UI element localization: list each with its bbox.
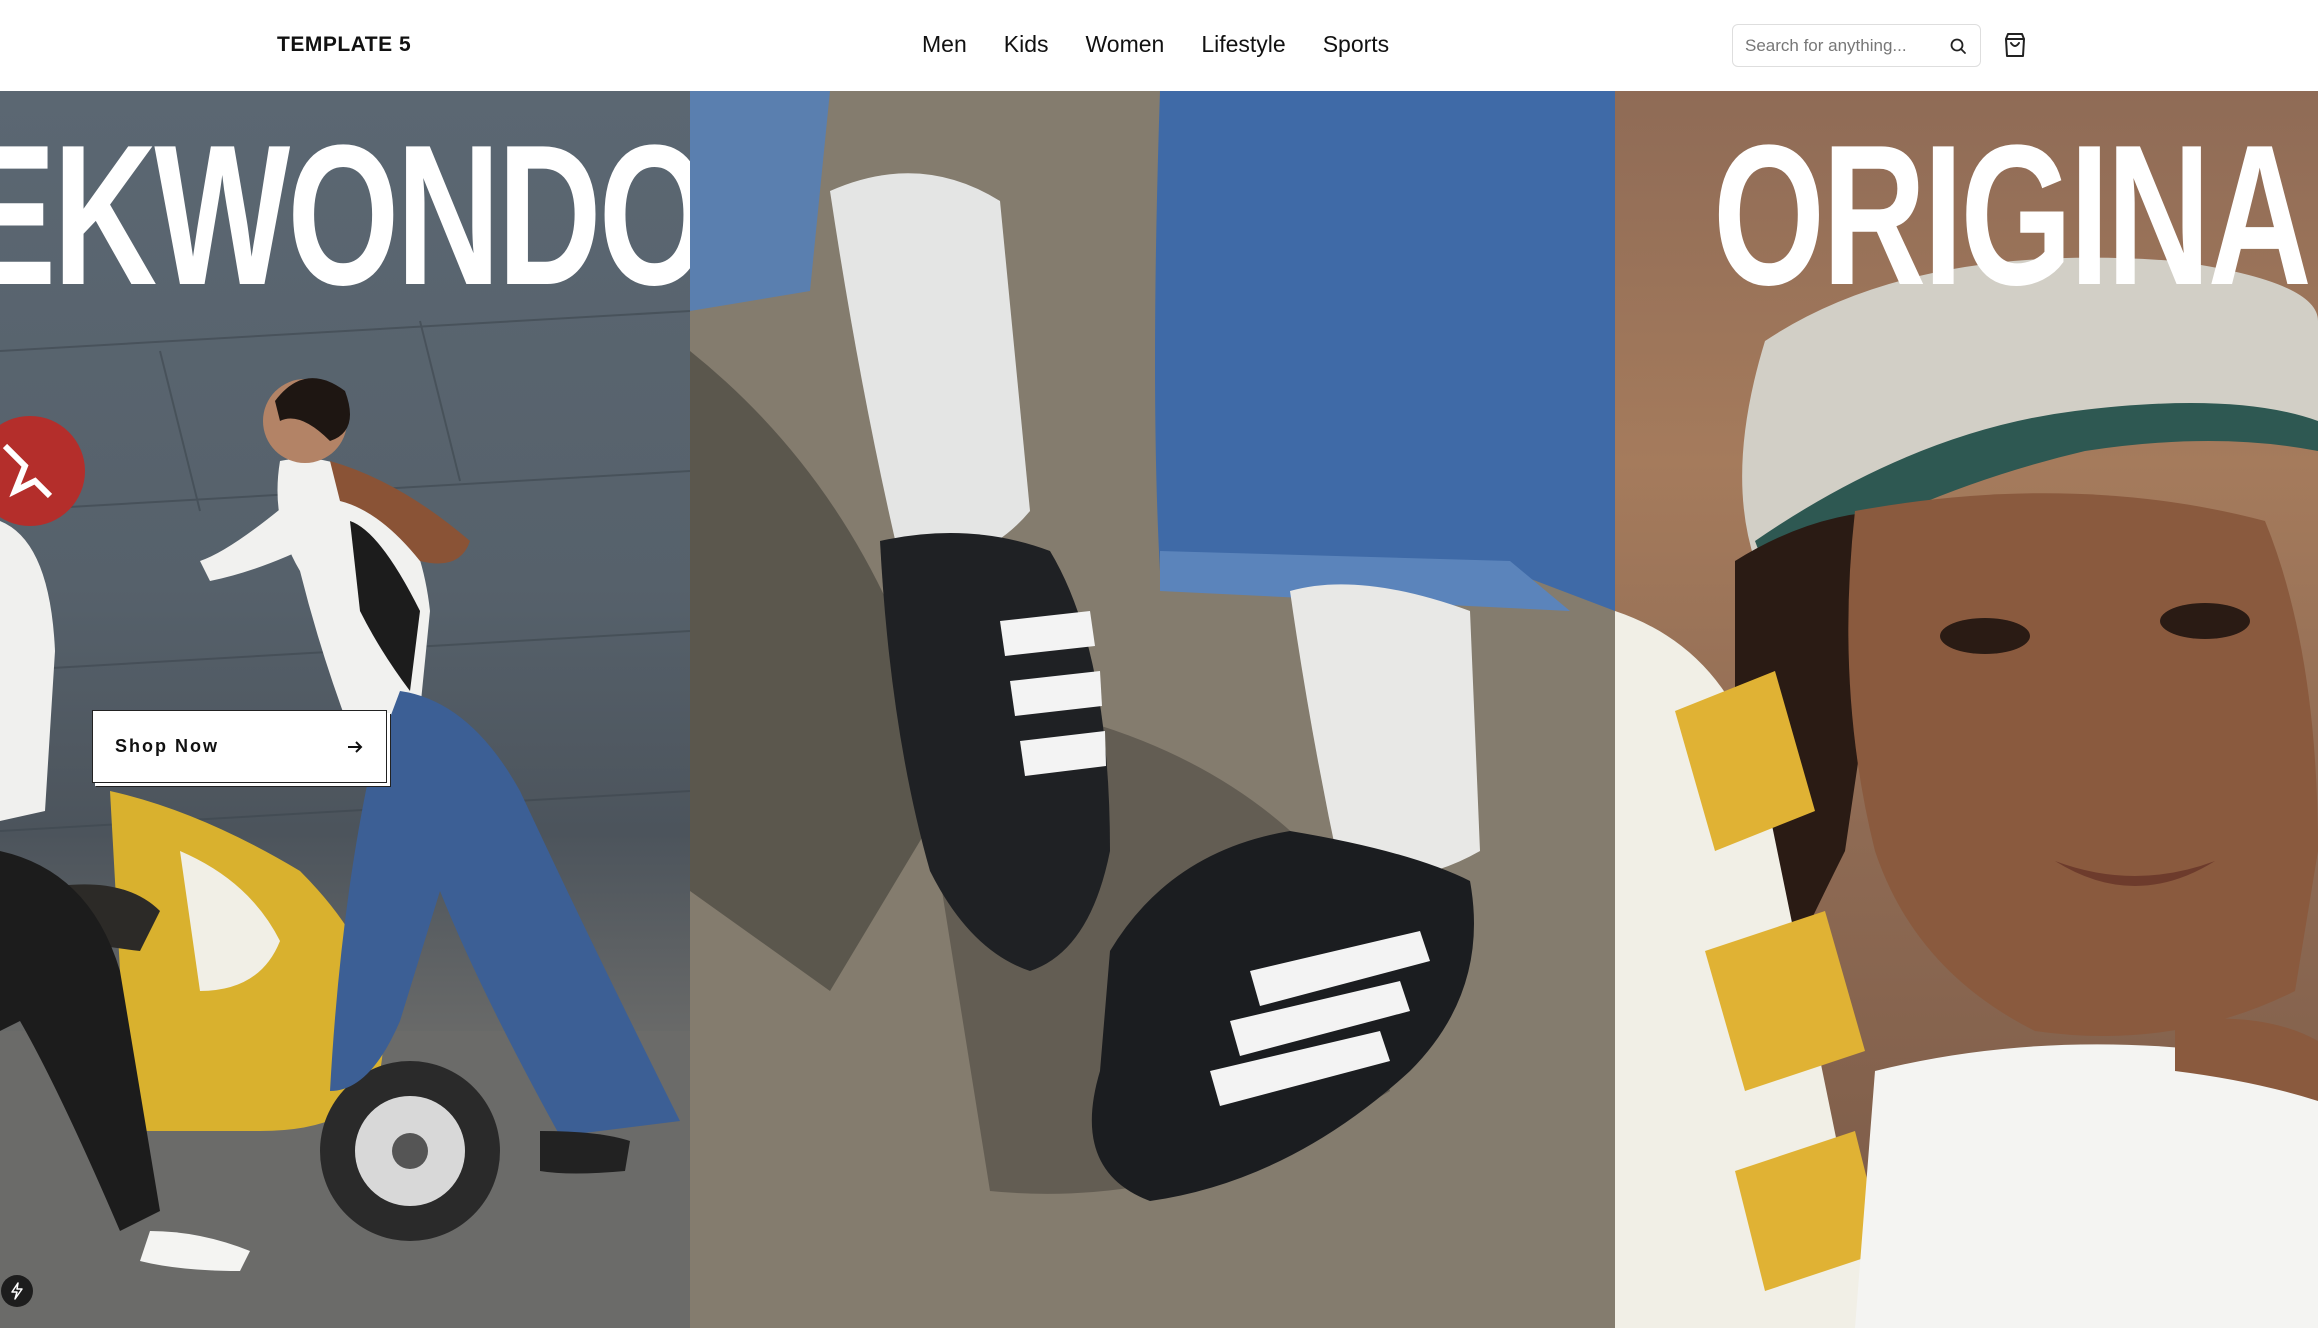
hero-title-originals: ORIGINAL: [1713, 104, 2318, 327]
search-input[interactable]: [1745, 35, 1945, 56]
arrow-right-icon: [348, 740, 363, 753]
shop-now-button[interactable]: Shop Now: [92, 710, 387, 783]
nav-item-women[interactable]: Women: [1086, 31, 1165, 58]
black-sneakers-white-socks-photo: [690, 91, 1615, 1328]
site-header: TEMPLATE 5 Men Kids Women Lifestyle Spor…: [0, 0, 2318, 91]
nav-item-kids[interactable]: Kids: [1004, 31, 1049, 58]
hero-panel-taekwondo[interactable]: EKWONDO Shop Now: [0, 91, 690, 1328]
shop-now-label: Shop Now: [115, 736, 219, 756]
hero-panel-originals[interactable]: ORIGINAL: [1615, 91, 2318, 1328]
main-nav: Men Kids Women Lifestyle Sports: [922, 31, 1389, 58]
brand-logo[interactable]: TEMPLATE 5: [277, 33, 411, 57]
shopping-bag-icon[interactable]: [2000, 30, 2030, 60]
hero-panel-sneakers[interactable]: [690, 91, 1615, 1328]
search-icon[interactable]: [1948, 36, 1968, 56]
hero-carousel: EKWONDO Shop Now ORIGINA: [0, 91, 2318, 1328]
hero-title-taekwondo: EKWONDO: [0, 104, 690, 327]
nav-item-men[interactable]: Men: [922, 31, 967, 58]
lightning-icon[interactable]: [1, 1275, 33, 1307]
nav-item-sports[interactable]: Sports: [1323, 31, 1389, 58]
search-box[interactable]: [1732, 24, 1981, 67]
nav-item-lifestyle[interactable]: Lifestyle: [1201, 31, 1285, 58]
